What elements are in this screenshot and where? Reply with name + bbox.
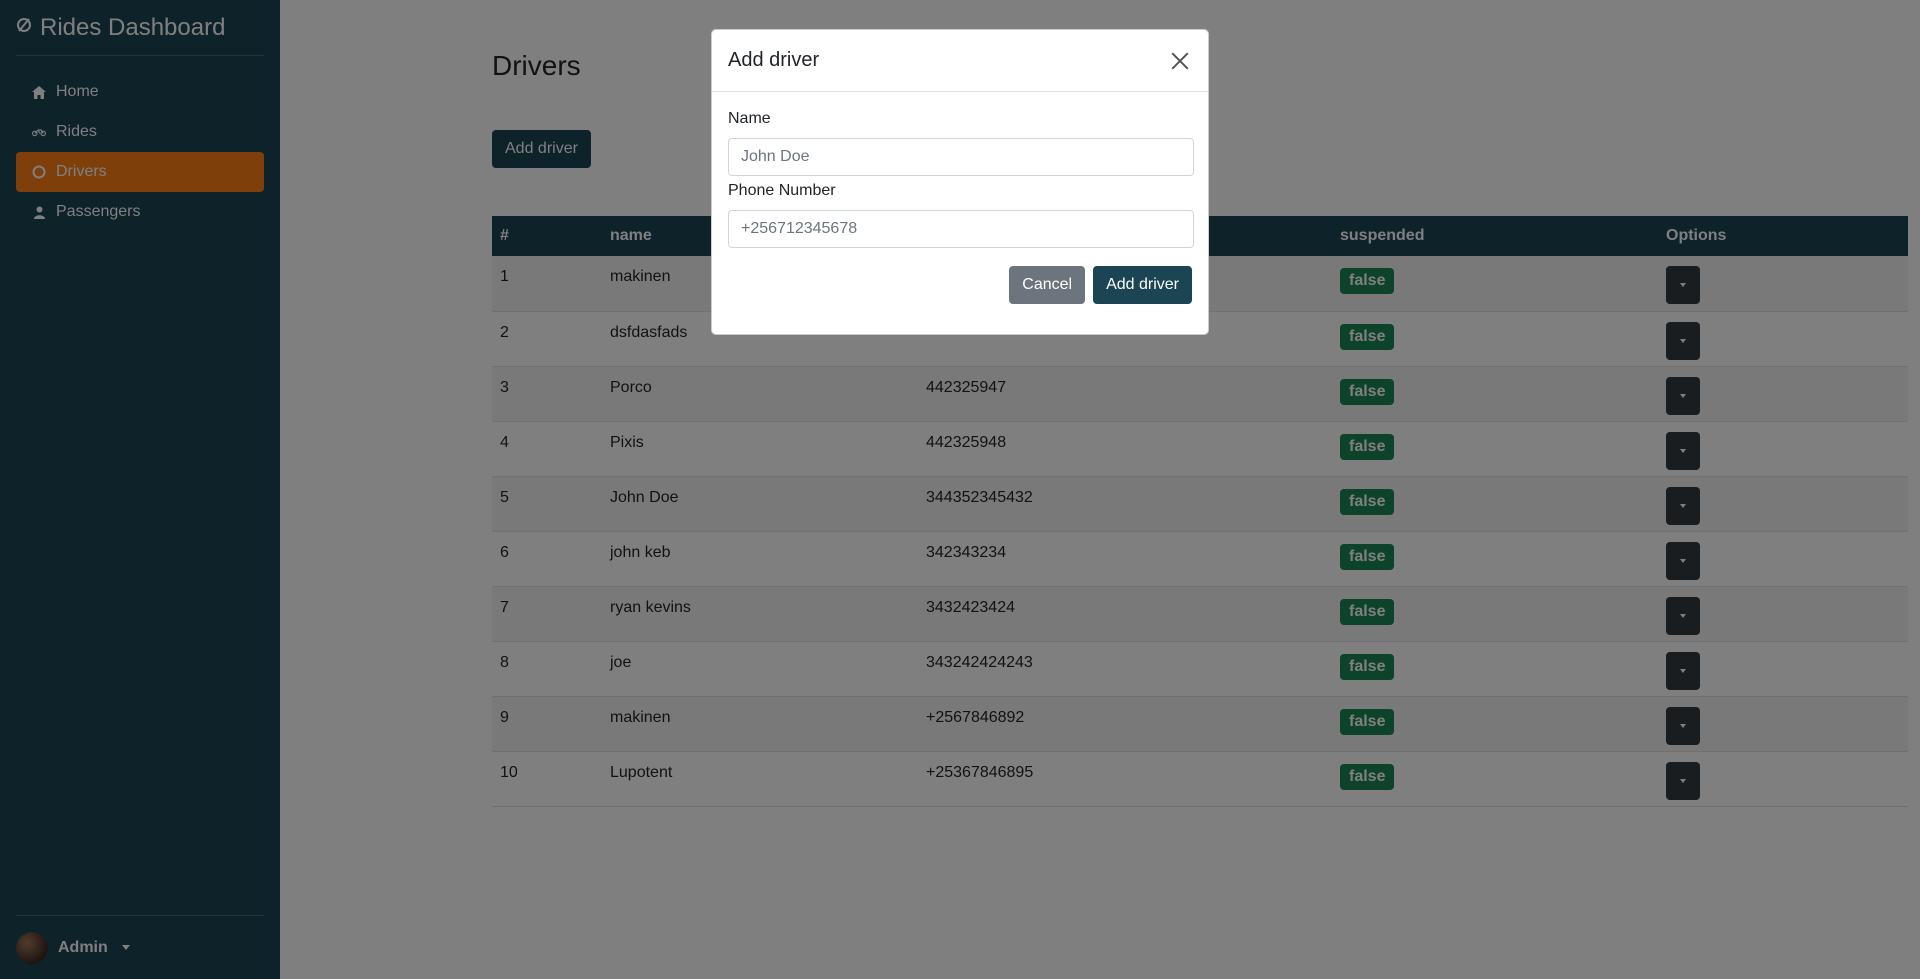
modal-title: Add driver — [728, 49, 820, 71]
add-driver-modal: Add driver Name Phone Number Cancel Add … — [711, 29, 1209, 335]
name-input[interactable] — [728, 138, 1194, 176]
modal-actions: Cancel Add driver — [712, 266, 1208, 304]
modal-header: Add driver — [712, 30, 1208, 92]
phone-input[interactable] — [728, 210, 1194, 248]
name-label: Name — [728, 110, 771, 127]
cancel-button[interactable]: Cancel — [1009, 266, 1086, 304]
submit-add-driver-button[interactable]: Add driver — [1093, 266, 1192, 304]
phone-label: Phone Number — [728, 182, 836, 199]
close-icon[interactable] — [1168, 49, 1192, 73]
modal-body: Name Phone Number — [712, 92, 1208, 254]
